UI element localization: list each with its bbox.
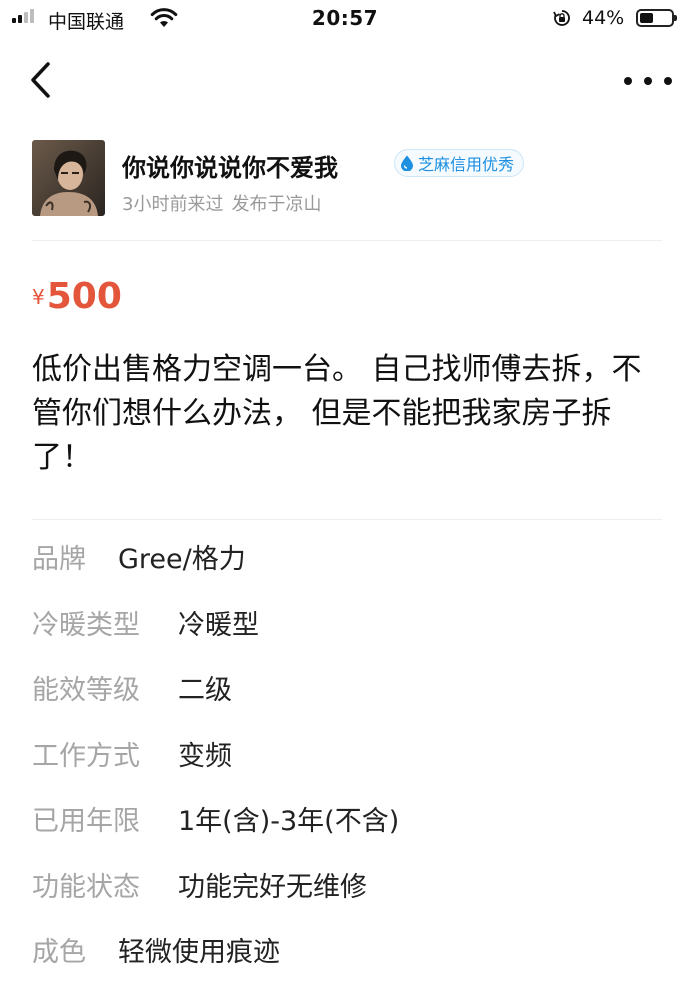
divider — [32, 240, 662, 241]
param-label: 已用年限 — [32, 806, 140, 837]
more-dot-icon — [624, 77, 632, 85]
param-label: 工作方式 — [32, 740, 140, 772]
price-amount: 500 — [46, 276, 122, 317]
battery-icon — [636, 9, 677, 27]
param-row-type: 冷暖类型 冷暖型 — [32, 608, 668, 674]
param-value: 二级 — [178, 675, 232, 706]
more-dot-icon — [664, 77, 672, 85]
seller-header: 你说你说说你不爱我 芝麻信用优秀 3小时前来过 发布于凉山 — [32, 140, 662, 220]
param-row-age: 已用年限 1年(含)-3年(不含) — [32, 804, 668, 870]
param-value: 1年(含)-3年(不含) — [178, 806, 400, 837]
param-label: 成色 — [32, 937, 86, 968]
seller-name[interactable]: 你说你说说你不爱我 — [122, 148, 338, 183]
param-label: 冷暖类型 — [32, 609, 140, 641]
param-row-condition-status: 功能状态 功能完好无维修 — [32, 870, 668, 936]
param-value: 变频 — [178, 740, 232, 772]
back-button[interactable] — [22, 58, 62, 102]
param-value: 冷暖型 — [178, 609, 259, 641]
battery-level-fill — [640, 13, 653, 23]
nav-bar — [0, 48, 690, 114]
seller-meta: 3小时前来过 发布于凉山 — [122, 190, 321, 216]
listing-description: 低价出售格力空调一台。 自己找师傅去拆，不管你们想什么办法， 但是不能把我家房子… — [32, 352, 642, 475]
credit-badge[interactable]: 芝麻信用优秀 — [394, 149, 525, 177]
more-dot-icon — [644, 77, 652, 85]
seller-avatar[interactable] — [32, 140, 105, 216]
param-row-brand: 品牌 Gree/格力 — [32, 542, 668, 608]
price: ¥500 — [32, 276, 122, 317]
param-row-wear: 成色 轻微使用痕迹 — [32, 935, 668, 1001]
rotation-lock-icon — [553, 10, 570, 26]
divider — [32, 519, 662, 520]
more-options-button[interactable] — [624, 66, 672, 96]
item-params: 品牌 Gree/格力 冷暖类型 冷暖型 能效等级 二级 工作方式 变频 已用年限… — [32, 542, 668, 1001]
param-label: 品牌 — [32, 544, 86, 575]
battery-percent: 44% — [582, 7, 625, 29]
last-seen-text: 3小时前来过 — [122, 194, 224, 215]
param-row-mode: 工作方式 变频 — [32, 739, 668, 805]
param-value: 功能完好无维修 — [178, 871, 367, 903]
param-label: 功能状态 — [32, 871, 140, 903]
param-row-efficiency: 能效等级 二级 — [32, 673, 668, 739]
sesame-credit-icon — [401, 155, 413, 171]
status-bar: 中国联通 20:57 44% — [0, 0, 690, 40]
param-label: 能效等级 — [32, 675, 140, 706]
param-value: Gree/格力 — [118, 544, 246, 575]
publish-location-text: 发布于凉山 — [231, 194, 322, 215]
currency-symbol: ¥ — [32, 285, 45, 309]
credit-badge-label: 芝麻信用优秀 — [418, 155, 515, 174]
param-value: 轻微使用痕迹 — [118, 937, 280, 968]
